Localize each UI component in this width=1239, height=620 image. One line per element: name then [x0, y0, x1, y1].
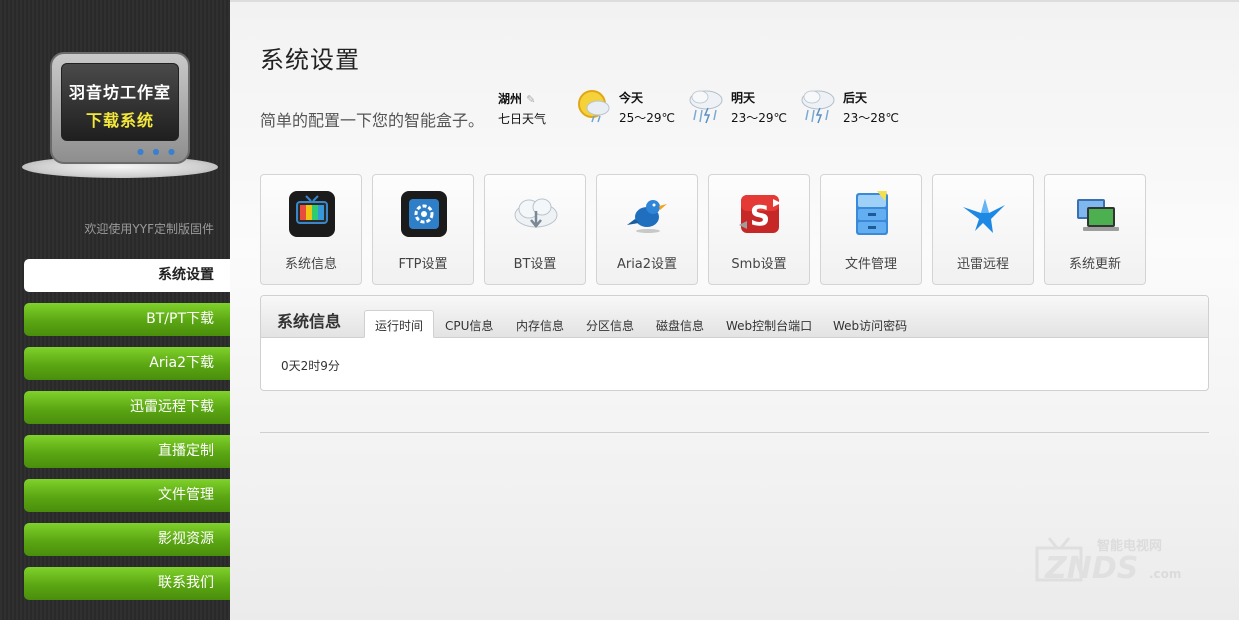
sidebar-item-video-resources[interactable]: 影视资源 [24, 523, 230, 556]
tile-label: 文件管理 [844, 257, 897, 272]
tab-partition-info[interactable]: 分区信息 [576, 311, 644, 339]
tile-ftp-settings[interactable]: FTP设置 [372, 174, 474, 285]
thunder-bird-icon [963, 199, 1005, 233]
tv-screen: 羽音坊工作室 下载系统 [61, 63, 179, 141]
tab-uptime[interactable]: 运行时间 [364, 310, 435, 338]
tile-aria2-settings[interactable]: Aria2设置 [596, 174, 698, 285]
panel-header: 系统信息 运行时间 CPU信息 内存信息 分区信息 磁盘信息 Web控制台端口 … [261, 296, 1208, 338]
weather-day-name: 今天 [619, 91, 644, 105]
sidebar-nav: 系统设置 BT/PT下载 Aria2下载 迅雷远程下载 直播定制 文件管理 影视… [24, 259, 230, 611]
sidebar-item-file-manager[interactable]: 文件管理 [24, 479, 230, 512]
divider [260, 432, 1209, 433]
svg-text:S: S [750, 199, 770, 232]
tv-buttons: ● ● ● [136, 147, 178, 156]
weather-label: 七日天气 [498, 112, 547, 126]
thunderstorm-icon [801, 90, 835, 124]
weather-day-tomorrow: 明天 23～29℃ [686, 84, 796, 130]
sidebar-item-aria2-download[interactable]: Aria2下载 [24, 347, 230, 380]
weather-city-name: 湖州 [498, 92, 523, 106]
welcome-text: 欢迎使用YYF定制版固件 [84, 222, 214, 236]
watermark-suffix-text: .com [1149, 567, 1181, 581]
tab-disk-info[interactable]: 磁盘信息 [646, 311, 714, 339]
weather-day-temp: 23～29℃ [731, 111, 788, 125]
top-border [230, 0, 1239, 2]
tab-web-console-port[interactable]: Web控制台端口 [716, 311, 822, 339]
page-title: 系统设置 [260, 46, 360, 74]
weather-day-name: 明天 [731, 91, 756, 105]
sidebar-item-thunder-remote[interactable]: 迅雷远程下载 [24, 391, 230, 424]
tile-label: 系统更新 [1068, 257, 1121, 272]
tile-thunder-remote[interactable]: 迅雷远程 [932, 174, 1034, 285]
system-info-panel: 系统信息 运行时间 CPU信息 内存信息 分区信息 磁盘信息 Web控制台端口 … [260, 295, 1209, 391]
tile-label: 迅雷远程 [956, 257, 1009, 272]
logo-title: 羽音坊工作室 [68, 83, 171, 102]
pin-icon: ✎ [526, 93, 536, 106]
sidebar-item-live-custom[interactable]: 直播定制 [24, 435, 230, 468]
znds-watermark-logo: 智能电视网 ZNDS .com [1035, 537, 1181, 586]
sidebar-item-bt-pt-download[interactable]: BT/PT下载 [24, 303, 230, 336]
sun-rain-icon [578, 90, 610, 123]
watermark-main-text: ZNDS [1044, 551, 1138, 586]
tab-cpu-info[interactable]: CPU信息 [435, 311, 503, 339]
uptime-value: 0天2时9分 [281, 359, 340, 373]
weather-day-name: 后天 [843, 91, 868, 105]
page-description: 简单的配置一下您的智能盒子。 [260, 111, 485, 130]
smb-s-icon: S [739, 195, 781, 233]
tile-file-manager[interactable]: 文件管理 [820, 174, 922, 285]
weather-day-temp: 25～29℃ [619, 111, 676, 125]
tile-system-info[interactable]: 系统信息 [260, 174, 362, 285]
tab-memory-info[interactable]: 内存信息 [506, 311, 574, 339]
tile-system-update[interactable]: 系统更新 [1044, 174, 1146, 285]
tile-label: 系统信息 [284, 257, 337, 272]
sidebar-item-contact-us[interactable]: 联系我们 [24, 567, 230, 600]
weather-city: 湖州 ✎ [498, 90, 535, 107]
computer-update-icon [1077, 199, 1119, 231]
weather-day-today: 今天 25～29℃ [574, 84, 684, 130]
logo: 羽音坊工作室 下载系统 ● ● ● [22, 52, 218, 182]
weather-day-temp: 23～28℃ [843, 111, 900, 125]
thunderstorm-icon [689, 90, 723, 124]
weather-day-after-tomorrow: 后天 23～28℃ [798, 84, 908, 130]
cloud-download-icon [514, 198, 558, 228]
bird-icon [627, 200, 667, 233]
panel-title: 系统信息 [277, 312, 342, 331]
file-cabinet-icon [856, 191, 888, 235]
tile-smb-settings[interactable]: S Smb设置 [708, 174, 810, 285]
gear-icon [401, 191, 447, 237]
tile-label: Aria2设置 [616, 257, 678, 272]
tile-label: BT设置 [513, 257, 557, 272]
tv-icon [289, 191, 335, 237]
tv-logo-icon: 羽音坊工作室 下载系统 ● ● ● [50, 52, 190, 164]
tile-label: Smb设置 [731, 257, 787, 272]
tile-label: FTP设置 [398, 257, 448, 272]
logo-subtitle: 下载系统 [85, 111, 154, 130]
tab-web-access-password[interactable]: Web访问密码 [823, 311, 917, 339]
sidebar: 羽音坊工作室 下载系统 ● ● ● 欢迎使用YYF定制版固件 系统设置 BT/P… [0, 0, 230, 620]
sidebar-item-system-settings[interactable]: 系统设置 [24, 259, 230, 292]
main-content: 系统设置 简单的配置一下您的智能盒子。 湖州 ✎ 七日天气 今天 25～29℃ … [230, 0, 1239, 620]
tile-bt-settings[interactable]: BT设置 [484, 174, 586, 285]
